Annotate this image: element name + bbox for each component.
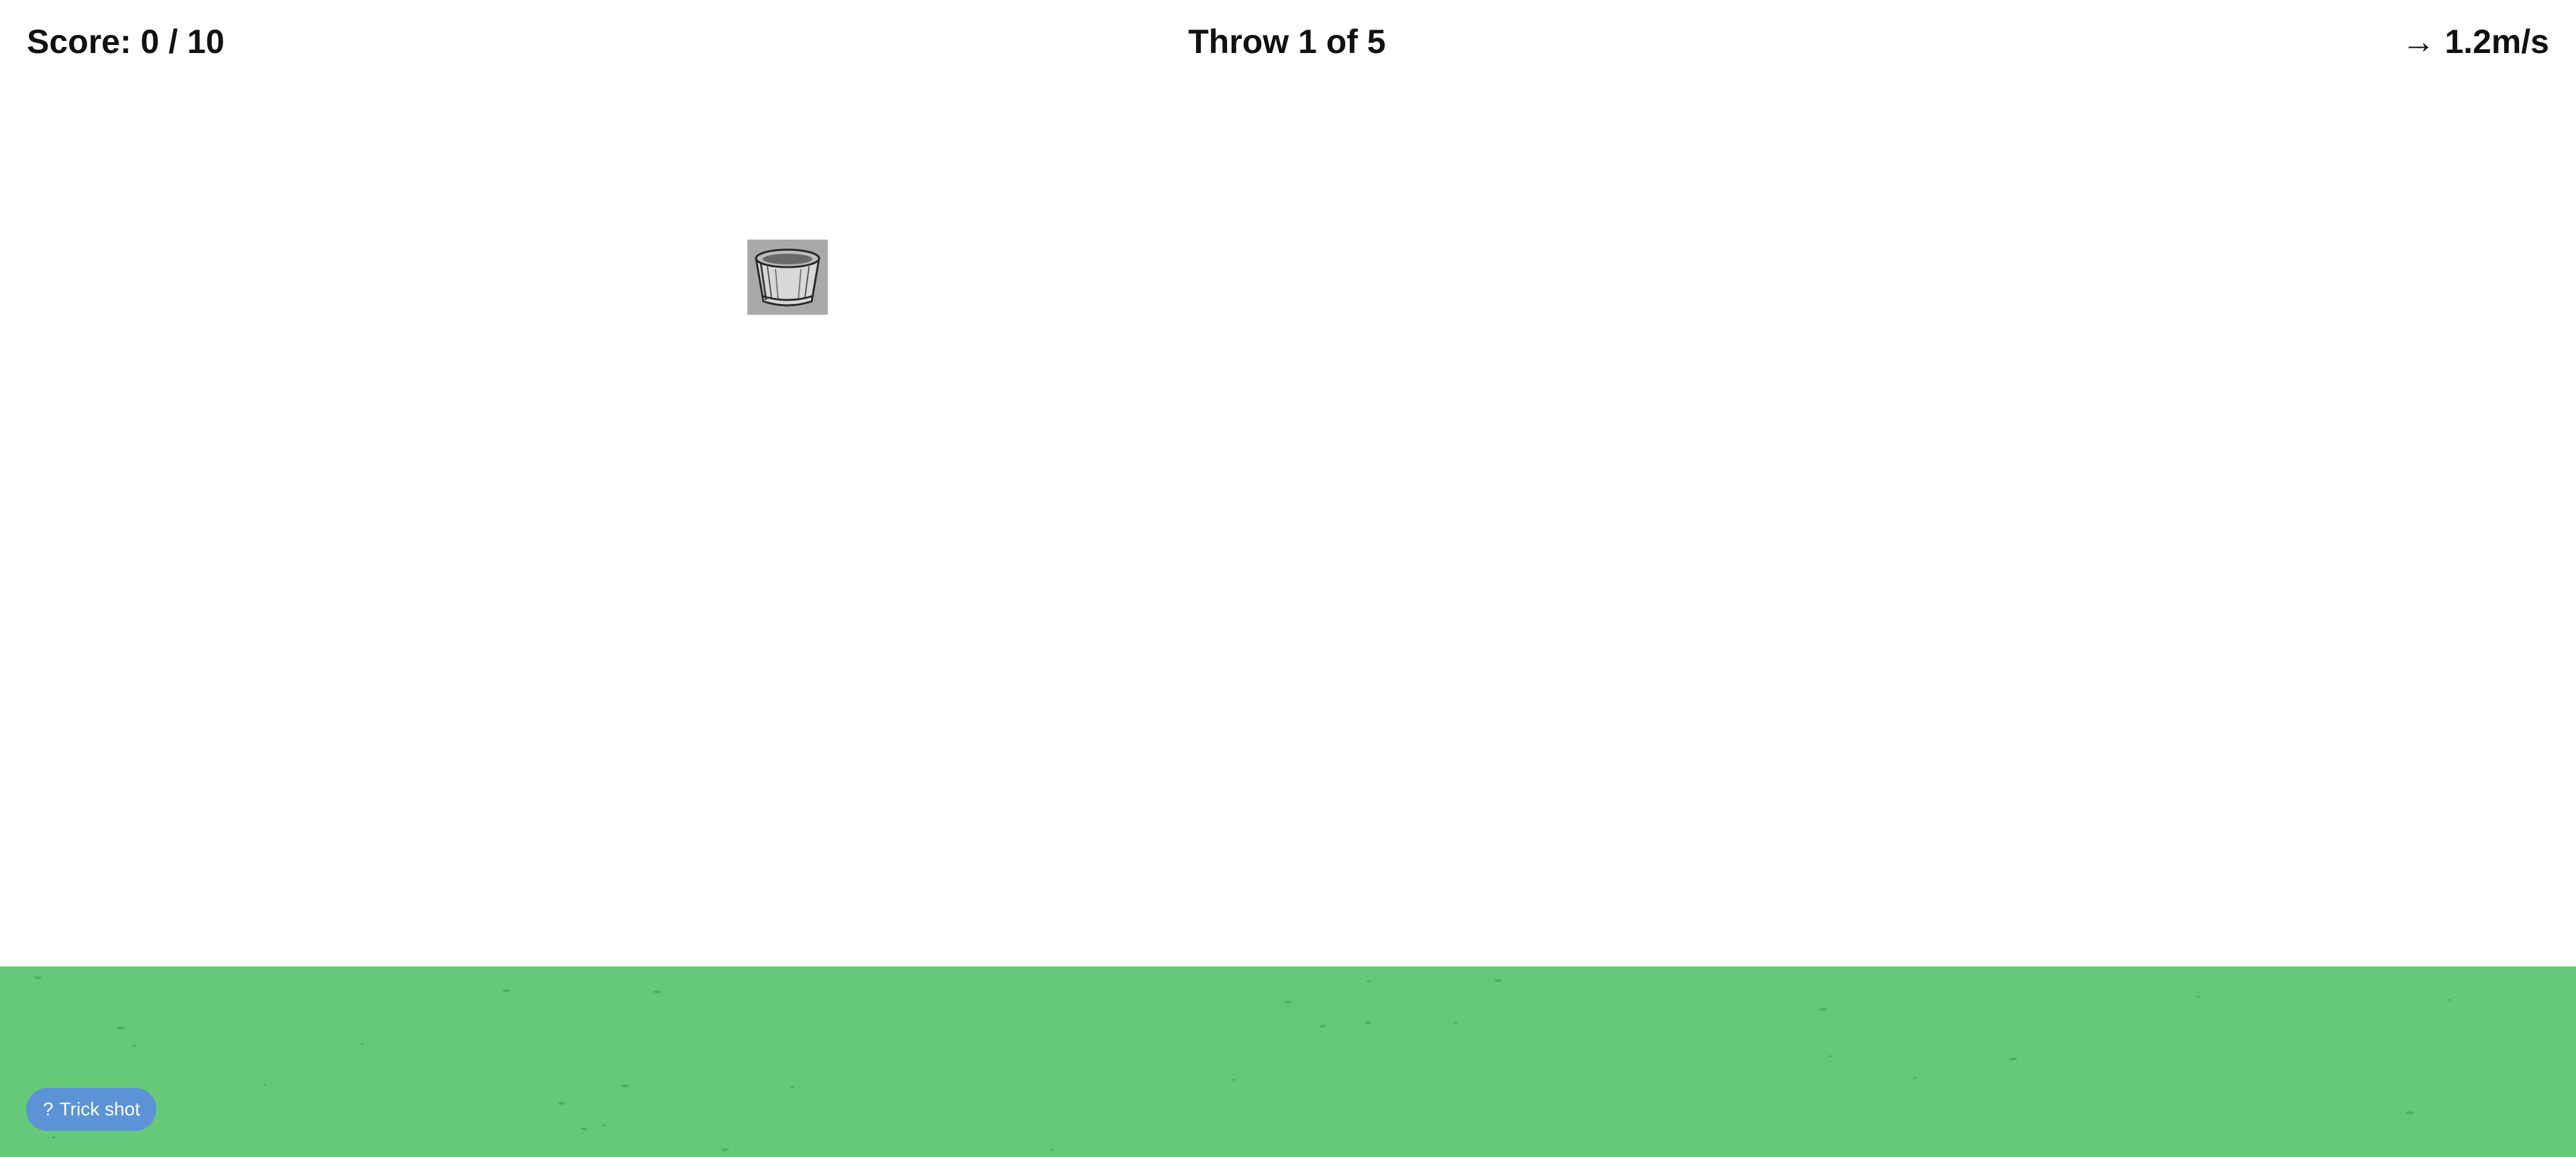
grass-blades	[34, 976, 2451, 1151]
game-canvas[interactable]: Score: 0 / 10 Throw 1 of 5 → 1.2m/s ? Tr…	[0, 0, 2576, 1157]
bucket-icon	[747, 240, 828, 315]
bucket-target	[747, 240, 828, 315]
trick-shot-label: Trick shot	[59, 1099, 140, 1119]
throw-counter: Throw 1 of 5	[1188, 23, 1386, 60]
grass-ground	[0, 966, 2576, 1157]
wind-speed-value: 1.2m/s	[2445, 23, 2549, 60]
wind-indicator: → 1.2m/s	[2402, 20, 2549, 63]
trick-shot-button[interactable]: ? Trick shot	[26, 1088, 156, 1131]
right-arrow-icon: →	[2402, 23, 2436, 60]
question-icon: ?	[43, 1099, 54, 1119]
